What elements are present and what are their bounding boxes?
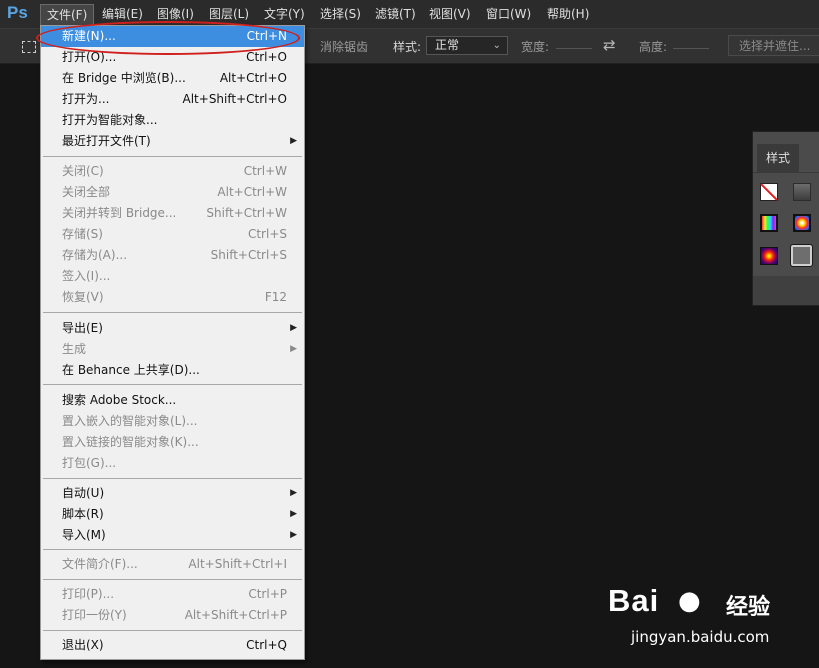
width-label: 宽度: (521, 40, 550, 54)
height-label: 高度: (639, 40, 668, 54)
panel-divider (753, 172, 819, 173)
menu-item-generate[interactable]: 生成 ▶ (41, 339, 304, 360)
menu-item-print-one-copy[interactable]: 打印一份(Y) Alt+Shift+Ctrl+P (41, 605, 304, 626)
menu-separator (43, 312, 302, 313)
menu-separator (43, 156, 302, 157)
submenu-arrow-icon: ▶ (290, 530, 297, 540)
menu-item-place-linked[interactable]: 置入链接的智能对象(K)... (41, 432, 304, 453)
menu-separator (43, 549, 302, 550)
menu-item-save[interactable]: 存储(S) Ctrl+S (41, 224, 304, 245)
menu-filter[interactable]: 滤镜(T) (369, 4, 422, 24)
menu-item-recent-files[interactable]: 最近打开文件(T) ▶ (41, 131, 304, 152)
menu-type[interactable]: 文字(Y) (258, 4, 311, 24)
baidu-logo-text: Bai (608, 583, 660, 618)
menu-item-open-as[interactable]: 打开为... Alt+Shift+Ctrl+O (41, 89, 304, 110)
height-input[interactable] (673, 48, 709, 49)
menu-item-share-on-behance[interactable]: 在 Behance 上共享(D)... (41, 360, 304, 381)
menu-item-import[interactable]: 导入(M) ▶ (41, 525, 304, 546)
marquee-tool-icon[interactable] (22, 41, 36, 53)
menu-separator (43, 384, 302, 385)
watermark-url: jingyan.baidu.com (631, 628, 770, 646)
gray-style-swatch[interactable] (793, 183, 811, 201)
menu-item-automate[interactable]: 自动(U) ▶ (41, 483, 304, 504)
menu-file[interactable]: 文件(F) (40, 4, 95, 26)
submenu-arrow-icon: ▶ (290, 136, 297, 146)
menu-item-search-adobe-stock[interactable]: 搜索 Adobe Stock... (41, 390, 304, 411)
submenu-arrow-icon: ▶ (290, 323, 297, 333)
menu-separator (43, 630, 302, 631)
submenu-arrow-icon: ▶ (290, 344, 297, 354)
rainbow-style-swatch[interactable] (760, 214, 778, 232)
menu-item-close-all[interactable]: 关闭全部 Alt+Ctrl+W (41, 182, 304, 203)
panel-footer (753, 276, 819, 305)
highlight-ellipse (36, 21, 300, 55)
menu-item-close[interactable]: 关闭(C) Ctrl+W (41, 161, 304, 182)
chevron-down-icon: ⌄ (492, 40, 501, 51)
menu-item-scripts[interactable]: 脚本(R) ▶ (41, 504, 304, 525)
width-input[interactable] (556, 48, 592, 49)
submenu-arrow-icon: ▶ (290, 488, 297, 498)
menu-item-place-embedded[interactable]: 置入嵌入的智能对象(L)... (41, 411, 304, 432)
select-and-mask-button[interactable]: 选择并遮住... (728, 35, 819, 56)
paw-icon: ● (678, 586, 701, 616)
none-style-swatch[interactable] (760, 183, 778, 201)
style-label: 样式: (393, 40, 422, 54)
menu-window[interactable]: 窗口(W) (480, 4, 537, 24)
file-menu-dropdown: 新建(N)... Ctrl+N 打开(O)... Ctrl+O 在 Bridge 中… (40, 25, 305, 660)
jingyan-logo-text: 经验 (726, 595, 771, 620)
tab-styles[interactable]: 样式 (757, 144, 799, 172)
antialias-checkbox-label[interactable]: 消除锯齿 (320, 38, 368, 55)
menu-separator (43, 579, 302, 580)
menu-view[interactable]: 视图(V) (423, 4, 477, 24)
menu-item-print[interactable]: 打印(P)... Ctrl+P (41, 584, 304, 605)
gradient-style-swatch[interactable] (793, 214, 811, 232)
outline-style-swatch[interactable] (790, 244, 813, 267)
baidu-jingyan-watermark: Bai ● 经验 jingyan.baidu.com (608, 583, 808, 653)
menu-item-check-in[interactable]: 签入(I)... (41, 266, 304, 287)
style-select[interactable]: 正常 ⌄ (426, 36, 508, 55)
menu-item-package[interactable]: 打包(G)... (41, 453, 304, 474)
menu-select[interactable]: 选择(S) (314, 4, 367, 24)
menu-help[interactable]: 帮助(H) (541, 4, 595, 24)
glow-style-swatch[interactable] (760, 247, 778, 265)
menu-item-revert[interactable]: 恢复(V) F12 (41, 287, 304, 308)
menu-item-open-as-smart-object[interactable]: 打开为智能对象... (41, 110, 304, 131)
menu-item-save-as[interactable]: 存储为(A)... Shift+Ctrl+S (41, 245, 304, 266)
menu-separator (43, 478, 302, 479)
menu-item-export[interactable]: 导出(E) ▶ (41, 318, 304, 339)
menu-item-exit[interactable]: 退出(X) Ctrl+Q (41, 635, 304, 656)
menu-item-file-info[interactable]: 文件简介(F)... Alt+Shift+Ctrl+I (41, 554, 304, 575)
styles-panel: 样式 (752, 131, 819, 306)
menu-item-close-and-go-to-bridge[interactable]: 关闭并转到 Bridge... Shift+Ctrl+W (41, 203, 304, 224)
swap-icon[interactable]: ⇄ (603, 36, 616, 54)
photoshop-logo: Ps (7, 3, 28, 22)
menu-item-browse-in-bridge[interactable]: 在 Bridge 中浏览(B)... Alt+Ctrl+O (41, 68, 304, 89)
submenu-arrow-icon: ▶ (290, 509, 297, 519)
style-select-value: 正常 (435, 38, 460, 52)
